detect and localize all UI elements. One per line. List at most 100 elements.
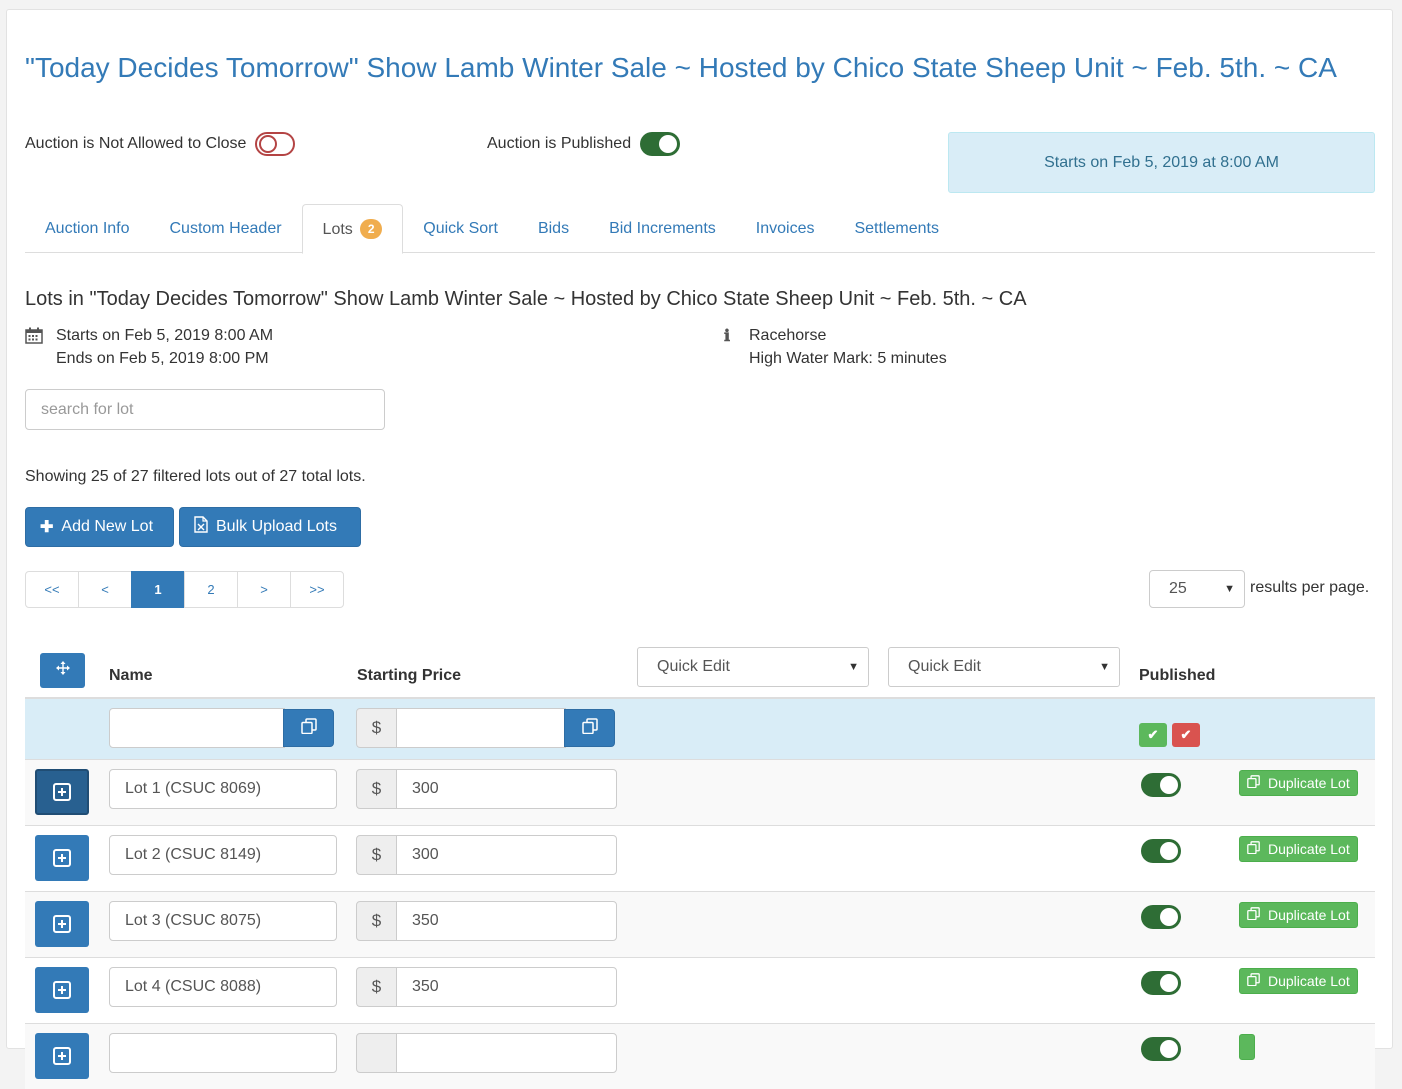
table-row: Lot 2 (CSUC 8149) $ 300 Duplicate Lot [25,825,1375,891]
expand-row-button[interactable] [35,1033,89,1079]
auction-panel: "Today Decides Tomorrow" Show Lamb Winte… [6,9,1393,1089]
excel-file-icon [194,516,208,538]
add-new-lot-label: Add New Lot [61,518,154,535]
starts-banner: Starts on Feb 5, 2019 at 8:00 AM [948,132,1375,193]
page-first-button[interactable]: << [25,571,79,608]
add-new-lot-button[interactable]: ✚ Add New Lot [25,507,174,547]
page-last-button[interactable]: >> [290,571,344,608]
lot-price-input[interactable]: 300 [396,835,617,875]
plus-square-icon [53,981,71,999]
copy-icon [300,717,317,739]
tab-custom-header[interactable]: Custom Header [150,204,302,253]
check-icon: ✔ [1180,727,1192,742]
ends-text: Ends on Feb 5, 2019 8:00 PM [56,350,269,367]
tab-auction-info[interactable]: Auction Info [25,204,150,253]
lot-name-input[interactable]: Lot 2 (CSUC 8149) [109,835,337,875]
bulk-price-apply-button[interactable] [564,709,615,747]
lot-search-input[interactable] [25,389,385,430]
chevron-down-icon: ▼ [848,661,859,673]
page-1-button[interactable]: 1 [131,571,185,608]
quick-edit-select-2[interactable]: Quick Edit ▼ [888,647,1120,687]
bulk-unpublish-button[interactable]: ✔ [1172,723,1200,747]
calendar-icon [25,327,43,351]
lot-publish-toggle[interactable] [1141,971,1181,995]
lot-name-input[interactable]: Lot 1 (CSUC 8069) [109,769,337,809]
page-prev-button[interactable]: < [78,571,132,608]
quick-edit-1-value: Quick Edit [657,658,730,675]
quick-edit-2-value: Quick Edit [908,658,981,675]
duplicate-lot-label: Duplicate Lot [1268,841,1350,857]
tab-settlements[interactable]: Settlements [834,204,958,253]
expand-row-button[interactable] [35,769,89,815]
plus-square-icon [53,783,71,801]
plus-icon: ✚ [40,519,54,536]
lot-name-input[interactable] [109,1033,337,1073]
price-currency [356,1033,397,1073]
tab-lots[interactable]: Lots 2 [301,204,404,254]
close-toggle-label: Auction is Not Allowed to Close [25,135,247,152]
lot-price-input[interactable]: 300 [396,769,617,809]
lot-name-input[interactable]: Lot 4 (CSUC 8088) [109,967,337,1007]
tab-bar: Auction Info Custom Header Lots 2 Quick … [25,204,1375,254]
tab-bids[interactable]: Bids [518,204,589,253]
page-2-button[interactable]: 2 [184,571,238,608]
bulk-upload-button[interactable]: Bulk Upload Lots [179,507,361,547]
price-currency: $ [356,967,397,1007]
tab-quick-sort[interactable]: Quick Sort [403,204,518,253]
table-row: Lot 3 (CSUC 8075) $ 350 Duplicate Lot [25,891,1375,957]
expand-row-button[interactable] [35,901,89,947]
copy-icon [1247,973,1260,989]
per-page-label: results per page. [1250,579,1370,596]
close-toggle-switch[interactable] [255,132,296,156]
lots-count-badge: 2 [360,219,383,239]
high-water-text: High Water Mark: 5 minutes [749,350,947,367]
plus-square-icon [53,915,71,933]
close-toggle-group: Auction is Not Allowed to Close [25,132,296,156]
bulk-publish-button[interactable]: ✔ [1139,723,1167,747]
starts-text: Starts on Feb 5, 2019 8:00 AM [56,327,274,344]
tab-bid-increments[interactable]: Bid Increments [589,204,736,253]
lot-price-input[interactable]: 350 [396,967,617,1007]
bulk-name-apply-button[interactable] [283,709,334,747]
column-price-header[interactable]: Starting Price [357,667,461,685]
copy-icon [1247,907,1260,923]
lot-publish-toggle[interactable] [1141,773,1181,797]
plus-square-icon [53,849,71,867]
schedule-info: Starts on Feb 5, 2019 8:00 AM Ends on Fe… [25,324,273,370]
chevron-down-icon: ▼ [1224,583,1235,595]
duplicate-lot-button[interactable]: Duplicate Lot [1239,968,1358,994]
table-row [25,1023,1375,1089]
bulk-price-input[interactable] [396,708,566,748]
per-page-select[interactable]: 25 ▼ [1149,570,1245,608]
duplicate-lot-button[interactable] [1239,1034,1255,1060]
duplicate-lot-button[interactable]: Duplicate Lot [1239,836,1358,862]
page-next-button[interactable]: > [237,571,291,608]
expand-row-button[interactable] [35,835,89,881]
lot-price-input[interactable] [396,1033,617,1073]
auction-type-text: Racehorse [749,327,827,344]
bulk-name-input[interactable] [109,708,285,748]
auction-type-info: ℹ Racehorse High Water Mark: 5 minutes [718,324,947,370]
price-currency: $ [356,769,397,809]
lot-publish-toggle[interactable] [1141,1037,1181,1061]
duplicate-lot-button[interactable]: Duplicate Lot [1239,770,1358,796]
column-name-header[interactable]: Name [109,667,153,685]
publish-toggle-switch[interactable] [640,132,681,156]
info-icon: ℹ [724,326,731,345]
lot-name-input[interactable]: Lot 3 (CSUC 8075) [109,901,337,941]
column-published-header[interactable]: Published [1139,667,1215,685]
lot-publish-toggle[interactable] [1141,839,1181,863]
quick-edit-select-1[interactable]: Quick Edit ▼ [637,647,869,687]
bulk-price-currency: $ [356,708,397,748]
reorder-button[interactable] [40,653,85,688]
tab-lots-label: Lots [322,221,353,238]
duplicate-lot-label: Duplicate Lot [1268,775,1350,791]
publish-toggle-group: Auction is Published [487,132,681,156]
lot-publish-toggle[interactable] [1141,905,1181,929]
duplicate-lot-button[interactable]: Duplicate Lot [1239,902,1358,928]
tab-invoices[interactable]: Invoices [736,204,835,253]
duplicate-lot-label: Duplicate Lot [1268,973,1350,989]
move-icon [55,661,70,680]
expand-row-button[interactable] [35,967,89,1013]
lot-price-input[interactable]: 350 [396,901,617,941]
